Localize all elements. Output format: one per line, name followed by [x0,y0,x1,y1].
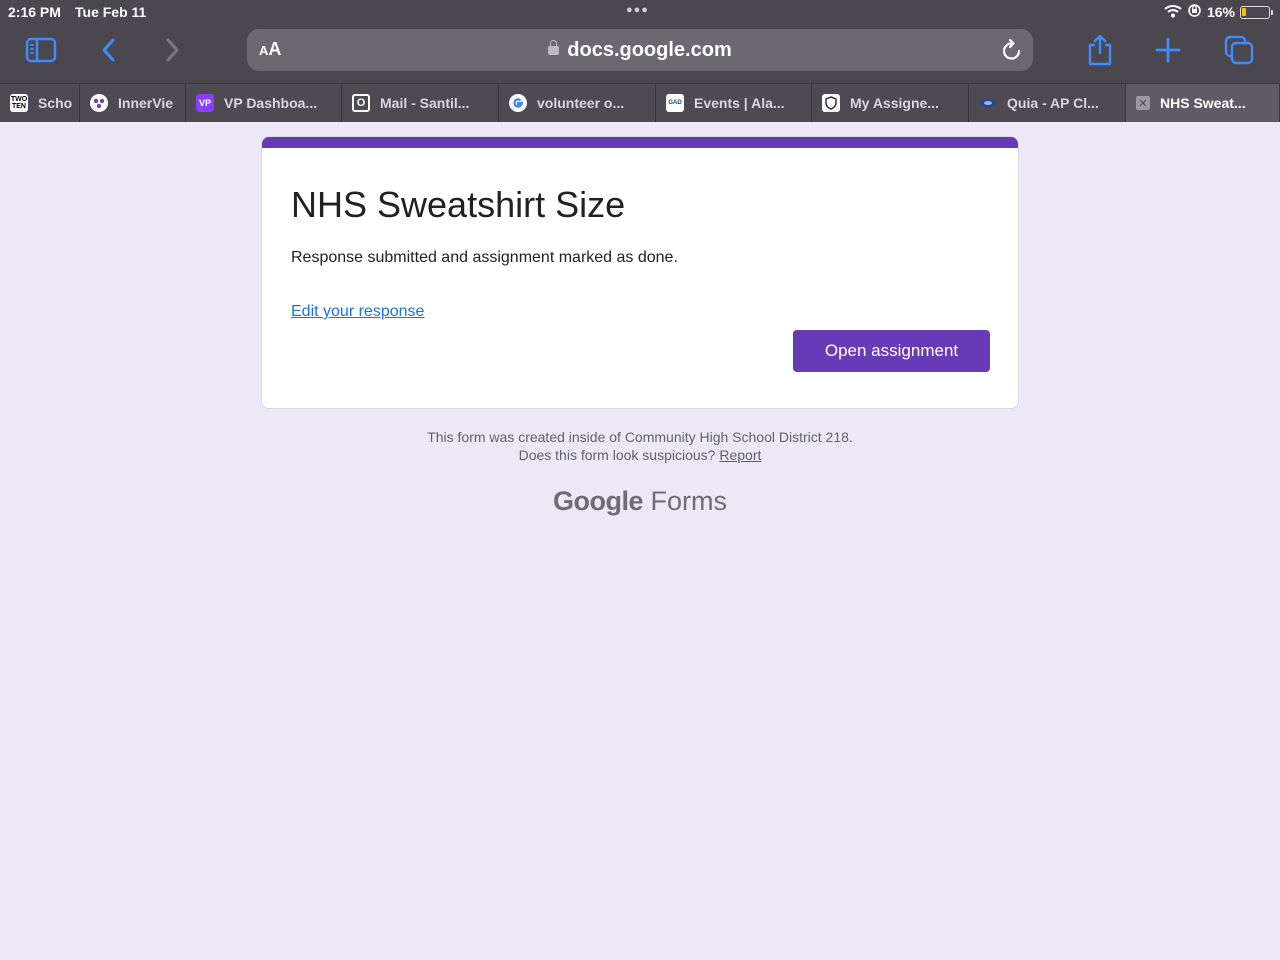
status-indicators: 16% [1164,3,1273,21]
footer-created-text: This form was created inside of Communit… [427,429,853,445]
outlook-favicon-icon: O [352,94,370,112]
forward-icon[interactable] [152,32,192,68]
brand-google: Google [552,486,644,516]
open-assignment-button[interactable]: Open assignment [793,330,990,372]
tab-mail[interactable]: O Mail - Santil... [342,84,499,122]
plus-icon[interactable] [1148,32,1188,68]
multitasking-dots-icon[interactable]: ●●● [626,4,649,16]
tab-label: Events | Ala... [694,95,785,111]
tab-label: VP Dashboa... [224,95,318,111]
battery-level [1242,7,1246,16]
brand-forms: Forms [650,486,728,516]
address-bar[interactable]: AA docs.google.com [247,29,1033,71]
status-time: 2:16 PM [8,4,61,20]
footer-suspicious: Does this form look suspicious? Report [0,447,1280,463]
close-tab-icon[interactable]: ✕ [1136,96,1150,110]
battery-percent: 16% [1206,4,1235,20]
confirmation-message: Response submitted and assignment marked… [291,249,678,266]
form-card: NHS Sweatshirt Size Response submitted a… [261,136,1019,409]
tab-events[interactable]: GAD Events | Ala... [656,84,812,122]
orientation-lock-icon [1187,3,1202,21]
reload-icon[interactable] [1001,38,1023,67]
tab-my-assignments[interactable]: My Assigne... [812,84,969,122]
browser-toolbar: AA docs.google.com [0,24,1280,83]
report-link[interactable]: Report [719,447,761,463]
tab-label: Schol [38,95,73,111]
lock-icon [548,40,560,55]
innerview-favicon-icon [90,94,108,112]
quia-favicon-icon [979,94,997,112]
tab-schol[interactable]: TWO TEN Schol [0,84,80,122]
google-forms-logo[interactable]: Google Forms [0,486,1280,517]
tab-bar: TWO TEN Schol InnerVie VP VP Dashboa... O… [0,83,1280,122]
tab-vp-dashboard[interactable]: VP VP Dashboa... [186,84,342,122]
tab-label: NHS Sweat... [1160,95,1246,111]
status-date: Tue Feb 11 [75,4,147,20]
vp-favicon-icon: VP [196,94,214,112]
back-icon[interactable] [89,32,129,68]
tab-label: Mail - Santil... [380,95,470,111]
form-accent-bar [262,137,1018,148]
edit-response-link[interactable]: Edit your response [291,303,424,321]
tab-label: volunteer o... [537,95,625,111]
footer-suspicious-text: Does this form look suspicious? [518,447,716,463]
tab-quia[interactable]: Quia - AP Cl... [969,84,1126,122]
status-bar: 2:16 PM Tue Feb 11 ●●● 16% [0,0,1280,24]
url-text: docs.google.com [567,39,732,61]
wifi-icon [1164,4,1182,21]
tab-nhs-sweatshirt[interactable]: ✕ NHS Sweat... [1126,84,1280,122]
shield-favicon-icon [822,94,840,112]
tab-innerview[interactable]: InnerVie [80,84,186,122]
form-title: NHS Sweatshirt Size [291,184,626,225]
share-icon[interactable] [1080,32,1120,68]
tab-label: InnerVie [118,95,173,111]
tab-volunteer[interactable]: volunteer o... [499,84,656,122]
tab-label: Quia - AP Cl... [1007,95,1099,111]
events-favicon-icon: GAD [666,94,684,112]
tab-label: My Assigne... [850,95,939,111]
twoten-favicon-icon: TWO TEN [10,94,28,112]
tabs-overview-icon[interactable] [1219,32,1259,68]
sidebar-icon[interactable] [21,32,61,68]
google-favicon-icon [509,94,527,112]
battery-icon [1240,5,1273,19]
